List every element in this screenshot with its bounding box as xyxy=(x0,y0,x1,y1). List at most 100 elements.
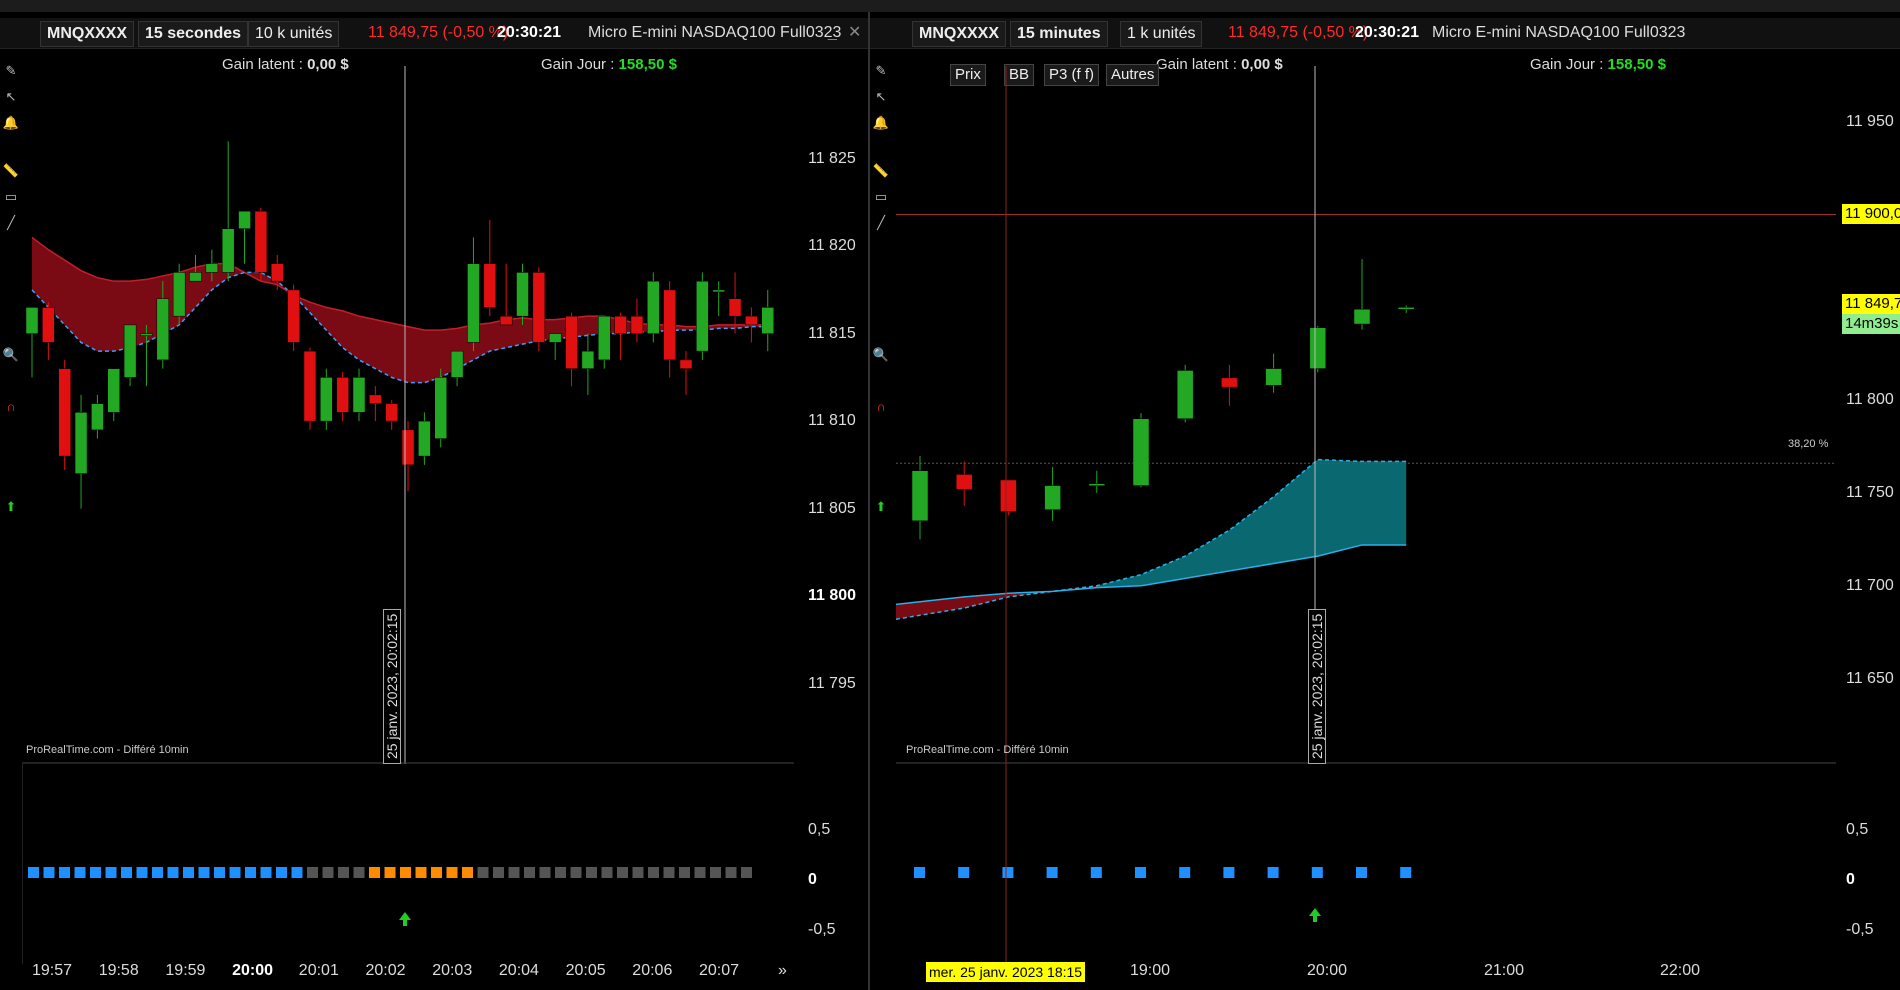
candle-body xyxy=(516,272,529,317)
rectangle-icon[interactable]: ▭ xyxy=(872,188,890,206)
time-tick-label: 20:05 xyxy=(565,962,606,979)
ruler-icon[interactable]: 📏 xyxy=(2,162,20,180)
osc-dot xyxy=(570,867,582,878)
osc-dot xyxy=(260,867,272,878)
price-tick-label: 11 825 xyxy=(808,149,856,167)
price-tick-label: 11 810 xyxy=(808,412,856,430)
candle-body xyxy=(271,263,284,282)
candle-body xyxy=(1221,377,1238,388)
time-tick-label: 20:07 xyxy=(699,962,740,979)
right-units-select[interactable]: 1 k unités xyxy=(1120,21,1203,47)
osc-dot xyxy=(524,867,535,878)
candle-body xyxy=(499,315,513,326)
candle-body xyxy=(450,350,464,378)
time-tick-label: 21:00 xyxy=(1484,962,1525,979)
price-tick-label: 11 750 xyxy=(1846,483,1894,501)
osc-dot xyxy=(353,867,365,878)
candle-body xyxy=(74,412,88,474)
osc-dot xyxy=(307,867,318,878)
time-tick-label: 20:01 xyxy=(298,962,339,979)
candle-body xyxy=(728,298,742,317)
rectangle-icon[interactable]: ▭ xyxy=(2,188,20,206)
cursor-icon[interactable]: ↖ xyxy=(872,88,890,106)
osc-dot xyxy=(322,867,334,878)
osc-dot xyxy=(617,867,628,878)
candle-body xyxy=(123,324,137,378)
candle-body xyxy=(287,289,300,343)
line-icon[interactable]: ╱ xyxy=(872,214,890,232)
zoom-icon[interactable]: 🔍 xyxy=(872,346,890,364)
zoom-icon[interactable]: 🔍 xyxy=(2,346,20,364)
magnet-icon[interactable]: ∩ xyxy=(872,398,890,416)
left-cursor-date: 25 janv. 2023, 20:02:15 xyxy=(383,608,401,764)
candle-body xyxy=(238,210,251,229)
osc-dot xyxy=(710,867,721,878)
time-tick-label: 19:57 xyxy=(32,962,73,979)
osc-dot xyxy=(663,867,675,878)
candle-body xyxy=(663,289,676,361)
right-chart-header: MNQXXXX 15 minutes 1 k unités 11 849,75 … xyxy=(870,18,1900,49)
candle-body xyxy=(1044,485,1061,510)
close-icon[interactable]: ✕ xyxy=(848,21,861,45)
time-tick-label: 19:58 xyxy=(98,962,139,979)
left-symbol-select[interactable]: MNQXXXX xyxy=(40,21,135,47)
pencil-icon[interactable]: ✎ xyxy=(2,62,20,80)
cursor-icon[interactable]: ↖ xyxy=(2,88,20,106)
osc-dot xyxy=(384,867,396,878)
osc-dot xyxy=(214,867,225,878)
candle-body xyxy=(1309,327,1327,369)
osc-dot xyxy=(1002,867,1014,878)
osc-dot xyxy=(1356,867,1367,878)
magnet-icon[interactable]: ∩ xyxy=(2,398,20,416)
candle-body xyxy=(532,272,546,343)
osc-tick-label: -0,5 xyxy=(808,921,836,938)
osc-dot xyxy=(121,867,132,878)
price-tick-label: 11 795 xyxy=(808,674,856,692)
right-watermark: ProRealTime.com - Différé 10min xyxy=(906,744,1069,756)
osc-dot xyxy=(539,867,551,878)
right-price-chart[interactable] xyxy=(896,66,1836,764)
time-tick-label: 22:00 xyxy=(1660,962,1701,979)
time-tick-label: 20:04 xyxy=(498,962,539,979)
right-symbol-select[interactable]: MNQXXXX xyxy=(912,21,1007,47)
osc-dot xyxy=(152,867,163,878)
osc-dot xyxy=(508,867,520,878)
left-oscillator-panel[interactable] xyxy=(22,764,794,964)
bell-icon[interactable]: 🔔 xyxy=(872,114,890,132)
minimize-icon[interactable]: _ xyxy=(828,21,837,45)
osc-dot xyxy=(369,867,380,878)
osc-dot xyxy=(679,867,690,878)
left-interval-select[interactable]: 15 secondes xyxy=(138,21,249,47)
price-tick-label: 11 800 xyxy=(808,587,857,605)
countdown-tag: 14m39s xyxy=(1842,314,1900,334)
time-tick-label: 19:59 xyxy=(165,962,206,979)
date-cursor-tag: mer. 25 janv. 2023 18:15 xyxy=(926,962,1086,982)
candle-body xyxy=(1176,370,1194,419)
candle-body xyxy=(1000,479,1017,512)
arrow-up-icon[interactable]: ⬆ xyxy=(872,498,890,516)
candle-body xyxy=(156,298,170,361)
osc-dot xyxy=(586,867,597,878)
bell-icon[interactable]: 🔔 xyxy=(2,114,20,132)
left-price-chart[interactable] xyxy=(22,66,794,764)
last-price-tag: 11 849,7 xyxy=(1842,294,1900,314)
time-tick-label: 20:02 xyxy=(365,962,406,979)
ruler-icon[interactable]: 📏 xyxy=(872,162,890,180)
line-icon[interactable]: ╱ xyxy=(2,214,20,232)
pencil-icon[interactable]: ✎ xyxy=(872,62,890,80)
osc-dot xyxy=(493,867,504,878)
candle-body xyxy=(761,307,774,334)
scroll-right-button[interactable]: » xyxy=(778,962,787,980)
osc-tick-label: -0,5 xyxy=(1846,921,1874,938)
right-interval-select[interactable]: 15 minutes xyxy=(1010,21,1108,47)
left-units-select[interactable]: 10 k unités xyxy=(248,21,340,47)
arrow-up-icon[interactable]: ⬆ xyxy=(2,498,20,516)
time-tick-label: 20:03 xyxy=(432,962,473,979)
osc-dot xyxy=(694,867,706,878)
right-oscillator-panel[interactable] xyxy=(896,764,1836,964)
osc-dot xyxy=(446,867,458,878)
osc-dot xyxy=(90,867,101,878)
osc-tick-label: 0,5 xyxy=(1846,821,1869,838)
candle-body xyxy=(955,474,973,490)
osc-dot xyxy=(1311,867,1323,878)
